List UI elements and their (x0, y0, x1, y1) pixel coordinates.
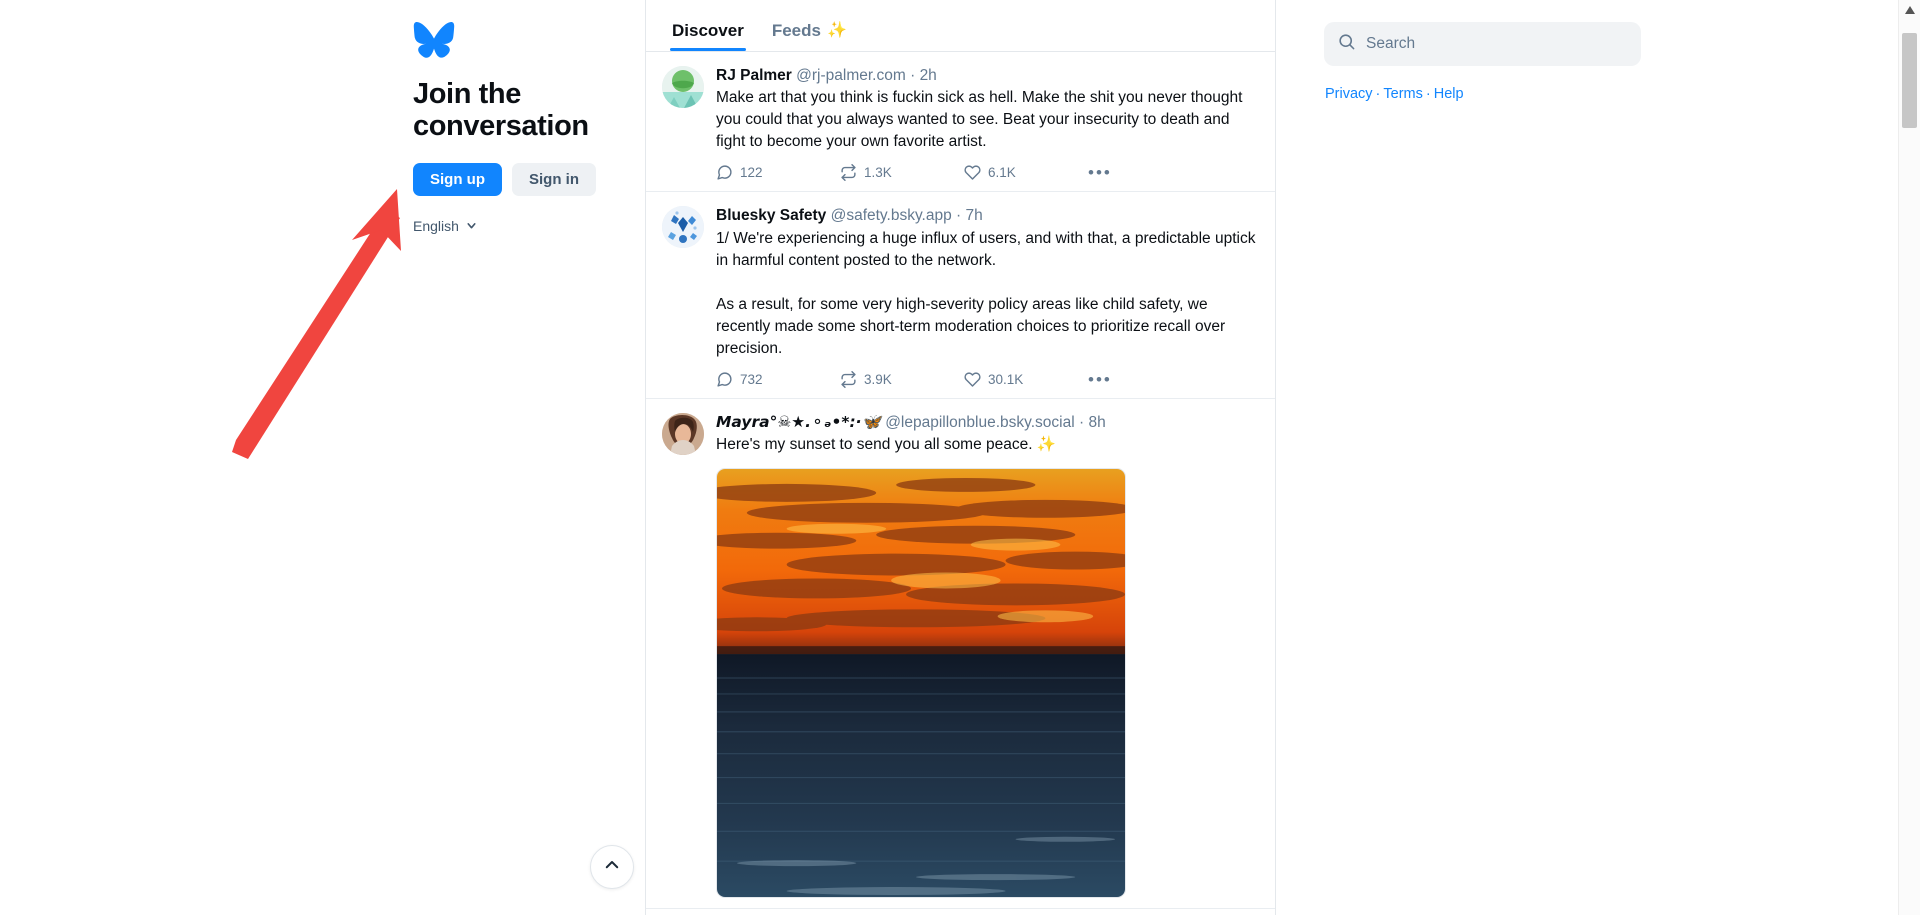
like-button[interactable]: 6.1K (964, 164, 1088, 181)
repost-icon (840, 370, 857, 388)
post-body: Mayra°☠︎★.⚬ₔ•*:·🦋 @lepapillonblue.bsky.s… (716, 413, 1259, 899)
vertical-scrollbar[interactable] (1898, 0, 1920, 915)
like-button[interactable]: 30.1K (964, 371, 1088, 388)
post-text: Make art that you think is fuckin sick a… (716, 89, 1247, 151)
butterfly-icon: 🦋 (861, 412, 881, 431)
repost-count: 3.9K (864, 371, 892, 387)
post-timestamp[interactable]: 7h (966, 207, 983, 224)
tab-feeds-label: Feeds (771, 21, 821, 40)
post-header: Bluesky Safety @safety.bsky.app · 7h (716, 206, 1259, 225)
post-timestamp[interactable]: 8h (1088, 414, 1105, 431)
right-sidebar: Search Privacy · Terms · Help (1277, 0, 1897, 915)
link-separator: · (1375, 86, 1381, 102)
tab-discover-label: Discover (672, 21, 744, 40)
post-item[interactable]: Mayra°☠︎★.⚬ₔ•*:·🦋 @lepapillonblue.bsky.s… (646, 399, 1275, 910)
post-item[interactable]: RJ Palmer @rj-palmer.com · 2h Make art t… (646, 52, 1275, 193)
post-author-name[interactable]: Bluesky Safety (716, 207, 826, 224)
post-author-handle[interactable]: @rj-palmer.com (796, 67, 906, 84)
like-count: 30.1K (988, 371, 1024, 387)
join-conversation-title: Join the conversation (413, 78, 589, 143)
comment-icon (716, 371, 733, 388)
post-author-handle[interactable]: @safety.bsky.app (831, 207, 952, 224)
reply-count: 732 (740, 371, 763, 387)
avatar[interactable] (662, 206, 704, 249)
chevron-up-icon (603, 856, 621, 879)
bluesky-logged-out-page: Join the conversation Sign up Sign in En… (0, 0, 1920, 915)
like-count: 6.1K (988, 165, 1016, 181)
post-separator: · (910, 67, 916, 84)
sunset-over-ocean-photo[interactable] (716, 468, 1126, 899)
chevron-down-icon (465, 219, 478, 232)
language-selector[interactable]: English (413, 218, 613, 234)
footer-links: Privacy · Terms · Help (1325, 86, 1464, 102)
terms-link[interactable]: Terms (1383, 86, 1422, 102)
bluesky-butterfly-logo-icon (413, 22, 613, 58)
post-author-name[interactable]: Mayra°☠︎★.⚬ₔ•*:· (716, 413, 862, 431)
link-separator: · (1425, 86, 1431, 102)
reply-button[interactable]: 122 (716, 164, 840, 181)
join-cta-block: Join the conversation Sign up Sign in En… (413, 22, 613, 234)
language-label: English (413, 217, 459, 234)
post-media[interactable] (716, 468, 1259, 899)
post-header: Mayra°☠︎★.⚬ₔ•*:·🦋 @lepapillonblue.bsky.s… (716, 413, 1259, 432)
tab-discover[interactable]: Discover (658, 22, 758, 51)
post-timestamp[interactable]: 2h (920, 67, 937, 84)
privacy-link[interactable]: Privacy (1325, 86, 1373, 102)
search-icon (1337, 32, 1356, 56)
sign-up-button[interactable]: Sign up (413, 162, 502, 196)
left-sidebar: Join the conversation Sign up Sign in En… (0, 0, 645, 915)
sparkles-icon: ✨ (826, 21, 847, 39)
heart-icon (964, 164, 981, 181)
tab-feeds[interactable]: Feeds ✨ (758, 22, 861, 51)
post-actions: 122 1.3K 6.1K ••• (716, 164, 1259, 182)
search-input[interactable]: Search (1324, 22, 1641, 66)
repost-count: 1.3K (864, 165, 892, 181)
repost-icon (840, 164, 857, 182)
post-item[interactable]: Bluesky Safety @safety.bsky.app · 7h 1/ … (646, 192, 1275, 399)
post-header: RJ Palmer @rj-palmer.com · 2h (716, 66, 1259, 85)
auth-buttons-row: Sign up Sign in (413, 162, 613, 196)
feed-column: Discover Feeds ✨ RJ Palmer @rj-palmer.co… (645, 0, 1276, 915)
scroll-up-arrow-icon[interactable] (1899, 0, 1920, 20)
scroll-to-top-button[interactable] (590, 845, 634, 889)
more-options-button[interactable]: ••• (1088, 371, 1112, 388)
feed-tabbar: Discover Feeds ✨ (646, 0, 1275, 52)
post-body: RJ Palmer @rj-palmer.com · 2h Make art t… (716, 66, 1259, 182)
comment-icon (716, 164, 733, 181)
search-placeholder: Search (1366, 35, 1416, 52)
post-text: Here's my sunset to send you all some pe… (716, 436, 1057, 454)
scrollbar-thumb[interactable] (1902, 33, 1917, 128)
repost-button[interactable]: 1.3K (840, 164, 964, 182)
reply-count: 122 (740, 165, 763, 181)
help-link[interactable]: Help (1434, 86, 1464, 102)
reply-button[interactable]: 732 (716, 371, 840, 388)
post-author-handle[interactable]: @lepapillonblue.bsky.social (885, 414, 1075, 431)
post-author-name[interactable]: RJ Palmer (716, 67, 792, 84)
post-separator: · (956, 207, 962, 225)
post-text: 1/ We're experiencing a huge influx of u… (716, 229, 1256, 357)
heart-icon (964, 371, 981, 388)
sign-in-button[interactable]: Sign in (512, 162, 596, 196)
avatar[interactable] (662, 66, 704, 108)
post-separator: · (1079, 413, 1085, 431)
post-body: Bluesky Safety @safety.bsky.app · 7h 1/ … (716, 206, 1259, 388)
post-actions: 732 3.9K 30.1K ••• (716, 370, 1259, 388)
avatar[interactable] (662, 412, 704, 455)
repost-button[interactable]: 3.9K (840, 370, 964, 388)
more-options-button[interactable]: ••• (1088, 164, 1112, 181)
